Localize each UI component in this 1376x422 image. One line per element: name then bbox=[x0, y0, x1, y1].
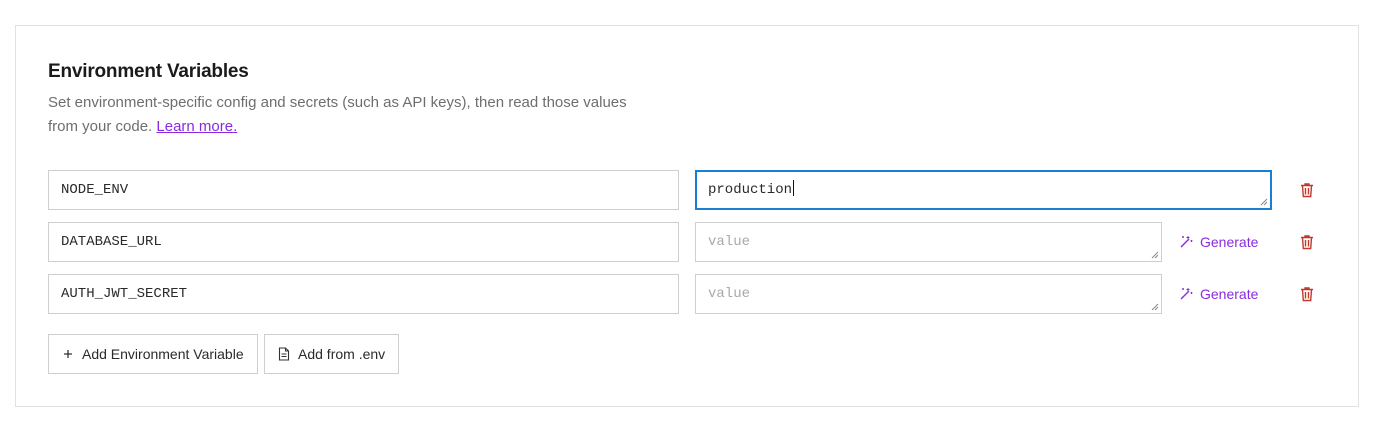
section-description: Set environment-specific config and secr… bbox=[48, 91, 628, 139]
env-value-input[interactable]: production bbox=[695, 170, 1272, 210]
delete-trash-icon[interactable] bbox=[1298, 233, 1316, 251]
env-key-input[interactable]: AUTH_JWT_SECRET bbox=[48, 274, 679, 314]
env-key-input[interactable]: DATABASE_URL bbox=[48, 222, 679, 262]
description-text: Set environment-specific config and secr… bbox=[48, 94, 627, 135]
add-environment-variable-button[interactable]: Add Environment Variable bbox=[48, 334, 258, 374]
generate-button[interactable]: Generate bbox=[1178, 222, 1258, 262]
learn-more-link[interactable]: Learn more. bbox=[156, 118, 237, 135]
env-key-input[interactable]: NODE_ENV bbox=[48, 170, 679, 210]
env-value-placeholder: value bbox=[708, 234, 751, 250]
section-title: Environment Variables bbox=[48, 61, 249, 82]
generate-label: Generate bbox=[1200, 286, 1259, 302]
delete-trash-icon[interactable] bbox=[1298, 181, 1316, 199]
env-value-input[interactable]: value bbox=[695, 274, 1162, 314]
text-caret bbox=[793, 180, 795, 196]
delete-trash-icon[interactable] bbox=[1298, 285, 1316, 303]
env-value-text: production bbox=[708, 182, 793, 198]
magic-wand-icon bbox=[1180, 236, 1193, 248]
resize-handle-icon[interactable] bbox=[1260, 198, 1268, 206]
add-variable-label: Add Environment Variable bbox=[82, 346, 244, 362]
add-from-env-button[interactable]: Add from .env bbox=[264, 334, 400, 374]
env-value-input[interactable]: value bbox=[695, 222, 1162, 262]
environment-variables-card: Environment Variables Set environment-sp… bbox=[15, 25, 1359, 407]
generate-button[interactable]: Generate bbox=[1178, 274, 1258, 314]
magic-wand-icon bbox=[1180, 288, 1193, 300]
env-value-placeholder: value bbox=[708, 286, 751, 302]
resize-handle-icon[interactable] bbox=[1151, 251, 1159, 259]
resize-handle-icon[interactable] bbox=[1151, 303, 1159, 311]
env-var-row: NODE_ENV production bbox=[48, 170, 1338, 210]
add-from-env-label: Add from .env bbox=[298, 346, 386, 362]
generate-label: Generate bbox=[1200, 234, 1259, 250]
env-var-row: DATABASE_URL value Generate bbox=[48, 222, 1338, 262]
plus-icon bbox=[64, 350, 72, 358]
file-icon bbox=[278, 347, 290, 361]
env-var-row: AUTH_JWT_SECRET value Generate bbox=[48, 274, 1338, 314]
